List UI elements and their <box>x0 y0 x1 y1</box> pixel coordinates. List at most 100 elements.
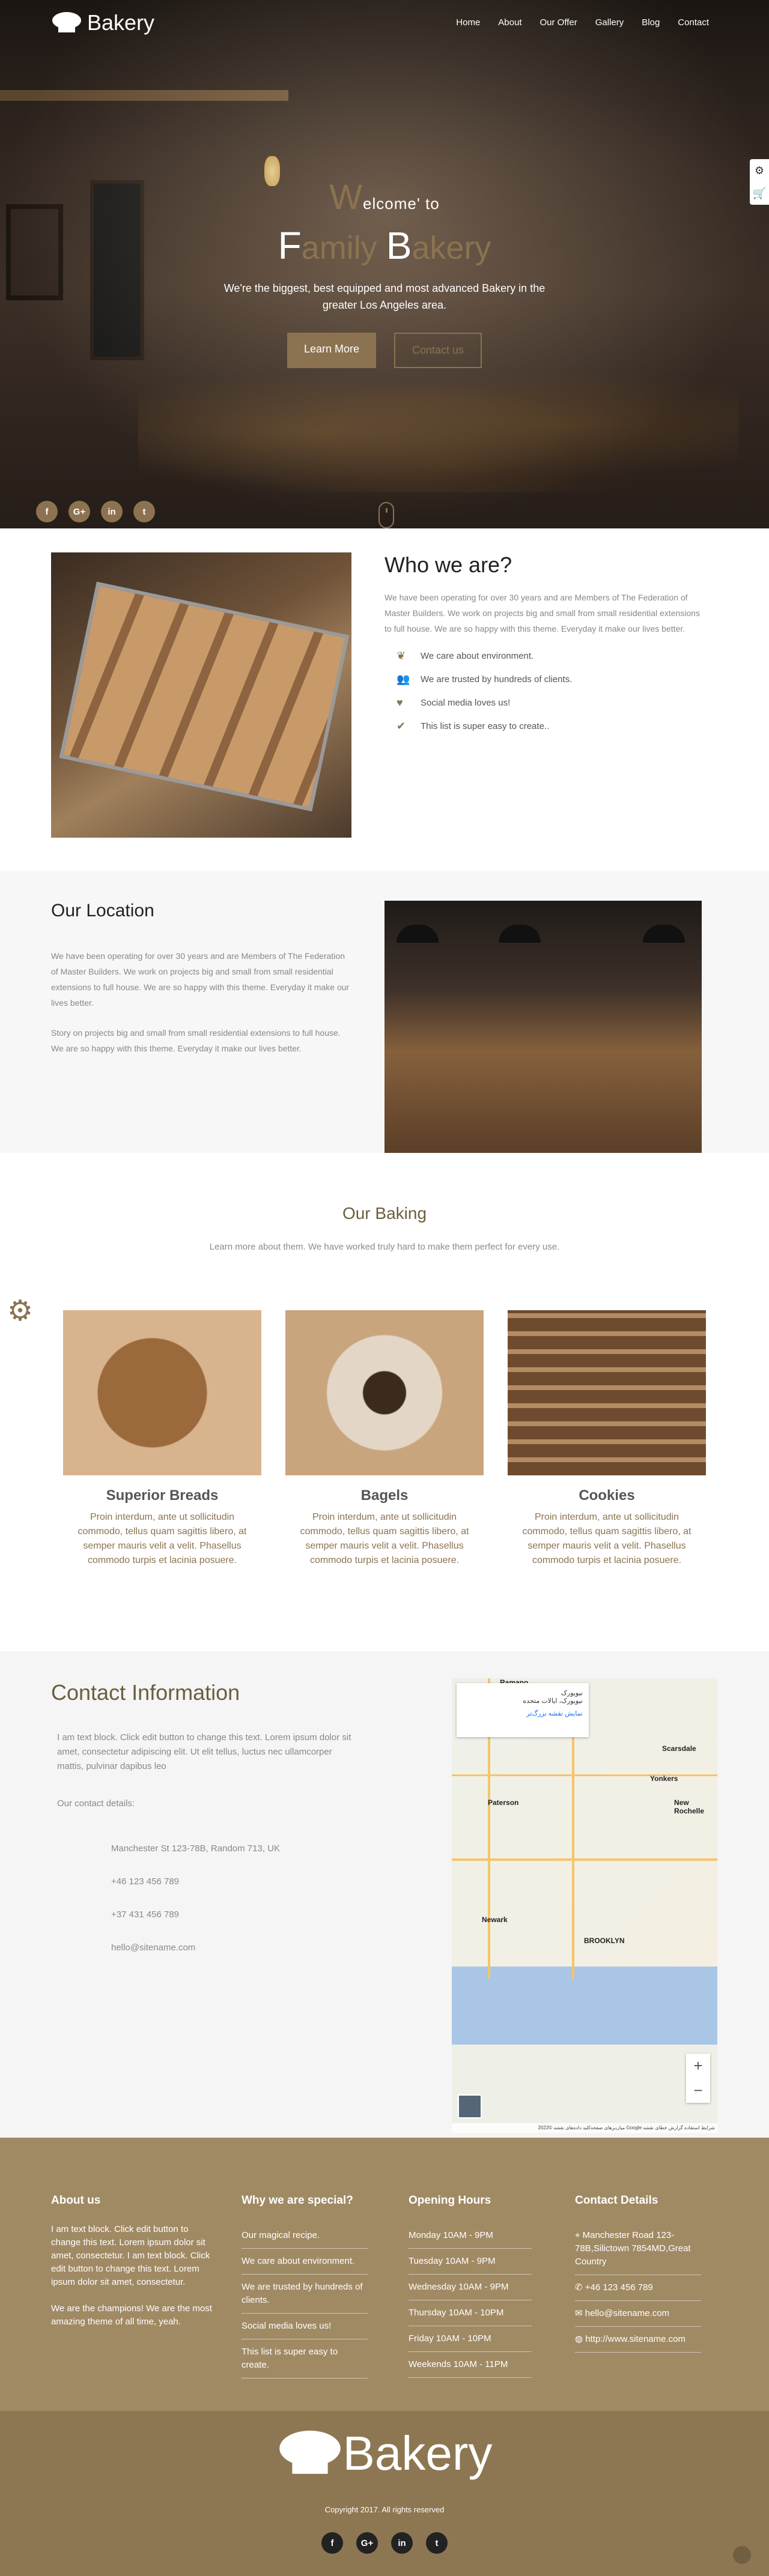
contact-email[interactable]: hello@sitename.com <box>111 1943 195 1953</box>
pendant-lamp <box>643 925 685 943</box>
footer-about: About us I am text block. Click edit but… <box>51 2194 219 2329</box>
google-plus-icon[interactable]: G+ <box>68 501 90 522</box>
heart-icon: ♥ <box>397 697 403 709</box>
hours-list: Monday 10AM - 9PM Tuesday 10AM - 9PM Wed… <box>409 2223 532 2378</box>
map-road <box>572 1726 574 1979</box>
map-zoom-controls: + − <box>686 2054 710 2103</box>
map-credit: میان‌برهای صفحه‌کلید داده‌های نقشه ©2022… <box>452 2123 717 2133</box>
feature-item: ♥ Social media loves us! <box>384 697 709 709</box>
settings-gear-icon[interactable]: ⚙ <box>7 1294 33 1328</box>
map-info-card: نیویورک نیویورک، ایالات متحده نمایش نقشه… <box>457 1683 589 1737</box>
card-text: Proin interdum, ante ut sollicitudin com… <box>78 1512 247 1565</box>
feature-item: 👥 We are trusted by hundreds of clients. <box>384 673 709 686</box>
twitter-icon[interactable]: t <box>426 2532 448 2554</box>
side-tools-panel: ⚙ 🛒 <box>750 159 769 205</box>
footer-phone[interactable]: +46 123 456 789 <box>585 2282 653 2293</box>
linkedin-icon[interactable]: in <box>391 2532 413 2554</box>
why-item[interactable]: This list is super easy to create. <box>242 2339 368 2378</box>
map-label: New Rochelle <box>674 1798 705 1815</box>
google-plus-icon[interactable]: G+ <box>356 2532 378 2554</box>
contact-details-label: Our contact details: <box>57 1798 135 1809</box>
top-nav: Bakery Home About Our Offer Gallery Blog… <box>0 0 769 45</box>
footer-logo[interactable]: Bakery <box>0 2411 769 2481</box>
product-card[interactable]: Cookies Proin interdum, ante ut sollicit… <box>508 1310 706 1568</box>
scroll-down-icon[interactable] <box>378 502 394 528</box>
google-map[interactable]: Ramapo Yonkers Newark BROOKLYN New Roche… <box>452 1678 717 2133</box>
leaf-icon: ❦ <box>397 650 406 662</box>
linkedin-icon[interactable]: in <box>101 501 123 522</box>
footer-hours-title: Opening Hours <box>409 2194 491 2207</box>
title-part-1: amily <box>301 230 386 266</box>
contact-section: Contact Information I am text block. Cli… <box>0 1651 769 2138</box>
globe-icon: ◍ <box>575 2334 586 2344</box>
title-part-2: akery <box>412 230 491 266</box>
product-card[interactable]: Superior Breads Proin interdum, ante ut … <box>63 1310 261 1568</box>
logo[interactable]: Bakery <box>51 10 154 35</box>
map-label: BROOKLYN <box>584 1937 625 1945</box>
chef-hat-icon <box>279 2430 341 2474</box>
hours-item: Tuesday 10AM - 9PM <box>409 2249 532 2275</box>
back-to-top-button[interactable] <box>733 2546 751 2564</box>
menu-contact[interactable]: Contact <box>678 17 709 28</box>
pendant-lamp <box>499 925 541 943</box>
facebook-icon[interactable]: f <box>321 2532 343 2554</box>
copyright: Copyright 2017. All rights reserved <box>324 2505 445 2514</box>
menu-home[interactable]: Home <box>456 17 480 28</box>
location-paragraph-2: Story on projects big and small from sma… <box>51 1028 341 1053</box>
footer-about-text: I am text block. Click edit button to ch… <box>51 2224 210 2287</box>
bread-image <box>63 1310 261 1475</box>
contact-phone-2[interactable]: +37 431 456 789 <box>111 1909 179 1920</box>
twitter-icon[interactable]: t <box>133 501 155 522</box>
footer-email[interactable]: hello@sitename.com <box>585 2308 669 2318</box>
who-we-are-text: We have been operating for over 30 years… <box>384 593 700 633</box>
why-item[interactable]: Social media loves us! <box>242 2314 368 2339</box>
hours-item: Weekends 10AM - 11PM <box>409 2352 532 2378</box>
contact-intro: I am text block. Click edit button to ch… <box>57 1732 351 1771</box>
card-text: Proin interdum, ante ut sollicitudin com… <box>300 1512 469 1565</box>
settings-gear-icon[interactable]: ⚙ <box>755 165 764 177</box>
map-place-sub: نیویورک، ایالات متحده <box>523 1698 583 1705</box>
map-place-title: نیویورک <box>561 1690 583 1697</box>
hours-item: Wednesday 10AM - 9PM <box>409 2275 532 2300</box>
learn-more-button[interactable]: Learn More <box>287 333 376 368</box>
product-card[interactable]: Bagels Proin interdum, ante ut sollicitu… <box>285 1310 484 1568</box>
zoom-out-button[interactable]: − <box>693 2081 702 2100</box>
bread-tray-graphic <box>59 581 350 812</box>
menu-about[interactable]: About <box>498 17 521 28</box>
hours-item: Monday 10AM - 9PM <box>409 2223 532 2249</box>
title-cap-f: F <box>278 224 302 267</box>
cart-icon[interactable]: 🛒 <box>753 187 766 200</box>
map-label: Scarsdale <box>662 1744 696 1753</box>
facebook-icon[interactable]: f <box>36 501 58 522</box>
chef-hat-icon <box>52 11 81 32</box>
footer-address: Manchester Road 123-78B,Silictown 7854MD… <box>575 2230 691 2267</box>
zoom-in-button[interactable]: + <box>693 2057 702 2075</box>
menu-blog[interactable]: Blog <box>642 17 660 28</box>
footer-contact: Contact Details ⌖ Manchester Road 123-78… <box>575 2194 701 2353</box>
map-layer-toggle[interactable] <box>458 2094 482 2118</box>
phone-icon: ✆ <box>575 2282 585 2293</box>
contact-list: ⌖ Manchester Road 123-78B,Silictown 7854… <box>575 2223 701 2353</box>
contact-email-item: ✉ hello@sitename.com <box>575 2301 701 2327</box>
contact-us-button[interactable]: Contact us <box>394 333 482 368</box>
contact-phone-1[interactable]: +46 123 456 789 <box>111 1876 179 1887</box>
welcome-cap: W <box>329 178 363 217</box>
card-title: Bagels <box>360 1487 409 1504</box>
card-title: Superior Breads <box>106 1487 219 1504</box>
map-larger-link[interactable]: نمایش نقشه بزرگ‌تر <box>463 1710 583 1717</box>
contact-title: Contact Information <box>51 1680 240 1705</box>
contact-phone-item: ✆ +46 123 456 789 <box>575 2275 701 2301</box>
bakery-shop-image <box>384 901 702 1153</box>
cookies-image <box>508 1310 706 1475</box>
why-item[interactable]: We care about environment. <box>242 2249 368 2275</box>
menu-our-offer[interactable]: Our Offer <box>540 17 577 28</box>
envelope-icon: ✉ <box>575 2308 585 2318</box>
contact-address-item: ⌖ Manchester Road 123-78B,Silictown 7854… <box>575 2223 701 2275</box>
why-item[interactable]: Our magical recipe. <box>242 2223 368 2249</box>
footer-website[interactable]: http://www.sitename.com <box>585 2334 685 2344</box>
bagel-image <box>285 1310 484 1475</box>
hero-content: Welcome' to Family Bakery We're the bigg… <box>0 177 769 368</box>
menu-gallery[interactable]: Gallery <box>595 17 624 28</box>
hours-item: Friday 10AM - 10PM <box>409 2326 532 2352</box>
why-item[interactable]: We are trusted by hundreds of clients. <box>242 2275 368 2314</box>
